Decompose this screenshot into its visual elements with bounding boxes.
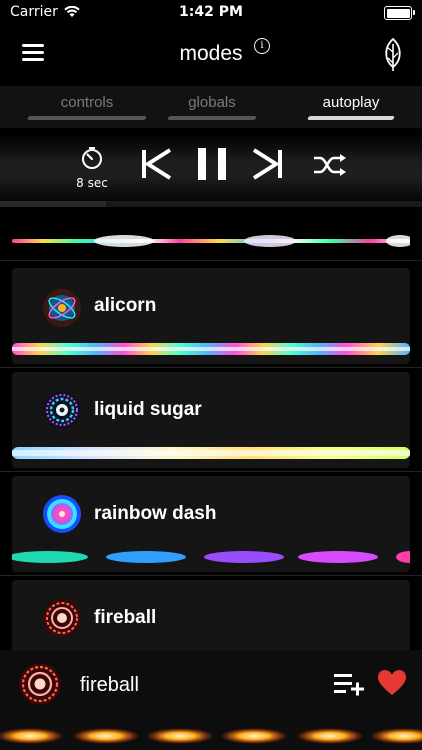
mode-preview-strip <box>12 235 410 247</box>
mode-card-liquid-sugar[interactable]: liquid sugar <box>12 372 410 468</box>
list-divider <box>0 471 422 472</box>
mode-preview-strip <box>12 551 410 563</box>
tab-autoplay-underline <box>307 116 395 120</box>
mode-card-rainbow-dash[interactable]: rainbow dash <box>12 476 410 572</box>
tab-bar: controls globals autoplay <box>0 86 422 128</box>
battery-icon <box>384 6 415 20</box>
fireball-now-playing-icon <box>19 663 61 705</box>
now-playing-bar[interactable]: fireball <box>0 650 422 750</box>
liquid-sugar-mode-icon <box>43 391 81 429</box>
now-playing-name: fireball <box>80 674 139 696</box>
list-divider <box>0 367 422 368</box>
shuffle-icon[interactable] <box>312 154 348 176</box>
mode-card-fireball[interactable]: fireball <box>12 580 410 650</box>
mode-name: fireball <box>94 607 157 628</box>
autoplay-timer[interactable]: 8 sec <box>70 146 114 190</box>
status-bar: Carrier 1:42 PM <box>0 0 422 26</box>
tab-autoplay[interactable]: autoplay <box>307 86 395 128</box>
autoplay-progress <box>0 201 422 207</box>
playback-controls: 8 sec <box>0 134 422 206</box>
autoplay-progress-fill <box>0 201 106 207</box>
info-icon[interactable]: i <box>254 38 270 54</box>
alicorn-mode-icon <box>43 289 81 327</box>
timer-label: 8 sec <box>76 176 108 190</box>
nav-bar: modes i <box>0 30 422 80</box>
mode-name: liquid sugar <box>94 399 202 420</box>
timer-icon <box>82 147 102 169</box>
mode-preview-strip <box>12 447 410 459</box>
tab-controls-underline <box>27 116 147 120</box>
status-time: 1:42 PM <box>179 4 243 20</box>
next-icon[interactable] <box>252 146 284 182</box>
mode-preview-strip <box>12 343 410 355</box>
mode-name: rainbow dash <box>94 503 217 524</box>
page-title: modes <box>179 42 243 65</box>
add-to-playlist-icon[interactable] <box>334 672 364 696</box>
list-divider <box>0 575 422 576</box>
now-playing-preview-strip <box>0 728 422 744</box>
tab-globals-underline <box>167 116 257 120</box>
fireball-mode-icon <box>43 599 81 637</box>
previous-icon[interactable] <box>140 146 172 182</box>
list-divider <box>0 260 422 261</box>
leaf-logo-icon[interactable] <box>382 38 404 72</box>
tab-controls[interactable]: controls <box>27 86 147 128</box>
mode-list[interactable]: alicorn liquid sugar rainbow dash fireba… <box>0 212 422 650</box>
tab-controls-label: controls <box>60 94 114 111</box>
tab-globals-label: globals <box>188 94 236 111</box>
rainbow-dash-mode-icon <box>43 495 81 533</box>
tab-globals[interactable]: globals <box>167 86 257 128</box>
favorite-heart-icon[interactable] <box>378 670 406 696</box>
mode-name: alicorn <box>94 295 157 316</box>
tab-autoplay-label: autoplay <box>322 94 380 111</box>
autoplay-progress-remaining <box>105 201 422 207</box>
pause-icon[interactable] <box>196 146 228 182</box>
mode-card-alicorn[interactable]: alicorn <box>12 268 410 364</box>
